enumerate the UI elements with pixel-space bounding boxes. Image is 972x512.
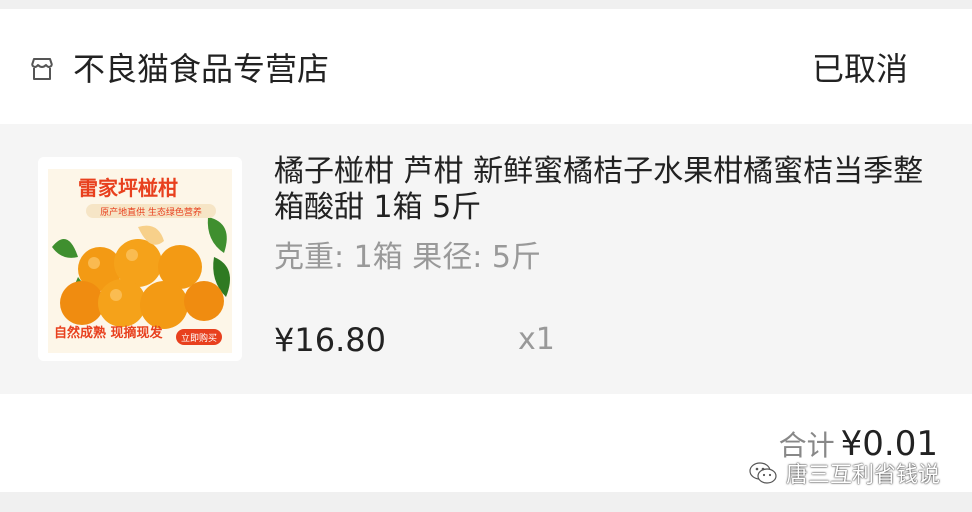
bottom-strip [0,492,972,512]
watermark-text: 唐三互利省钱说 [785,463,940,488]
image-headline: 雷家坪椪柑 [78,176,178,200]
top-strip [0,0,972,9]
product-quantity: x1 [518,322,555,357]
product-title[interactable]: 橘子椪柑 芦柑 新鲜蜜橘桔子水果柑橘蜜桔当季整箱酸甜 1箱 5斤 [274,154,944,226]
wechat-icon [748,461,778,485]
image-slogan: 自然成熟 现摘现发 [54,325,164,341]
order-item[interactable]: 自然成熟 现摘现发 立即购买 雷家坪椪柑 原产地直供 生态绿色营养 橘子椪柑 芦… [0,124,972,394]
store-name[interactable]: 不良猫食品专营店 [73,47,329,91]
product-image[interactable]: 自然成熟 现摘现发 立即购买 雷家坪椪柑 原产地直供 生态绿色营养 [38,157,242,361]
product-price: ¥16.80 [274,321,386,359]
product-spec: 克重: 1箱 果径: 5斤 [274,240,541,275]
watermark: 唐三互利省钱说 [748,459,940,488]
store-icon [28,55,56,83]
image-tagline: 原产地直供 生态绿色营养 [100,206,202,218]
order-status: 已取消 [811,50,908,88]
store-header[interactable]: 不良猫食品专营店 已取消 [0,9,972,124]
image-cta: 立即购买 [181,332,217,344]
